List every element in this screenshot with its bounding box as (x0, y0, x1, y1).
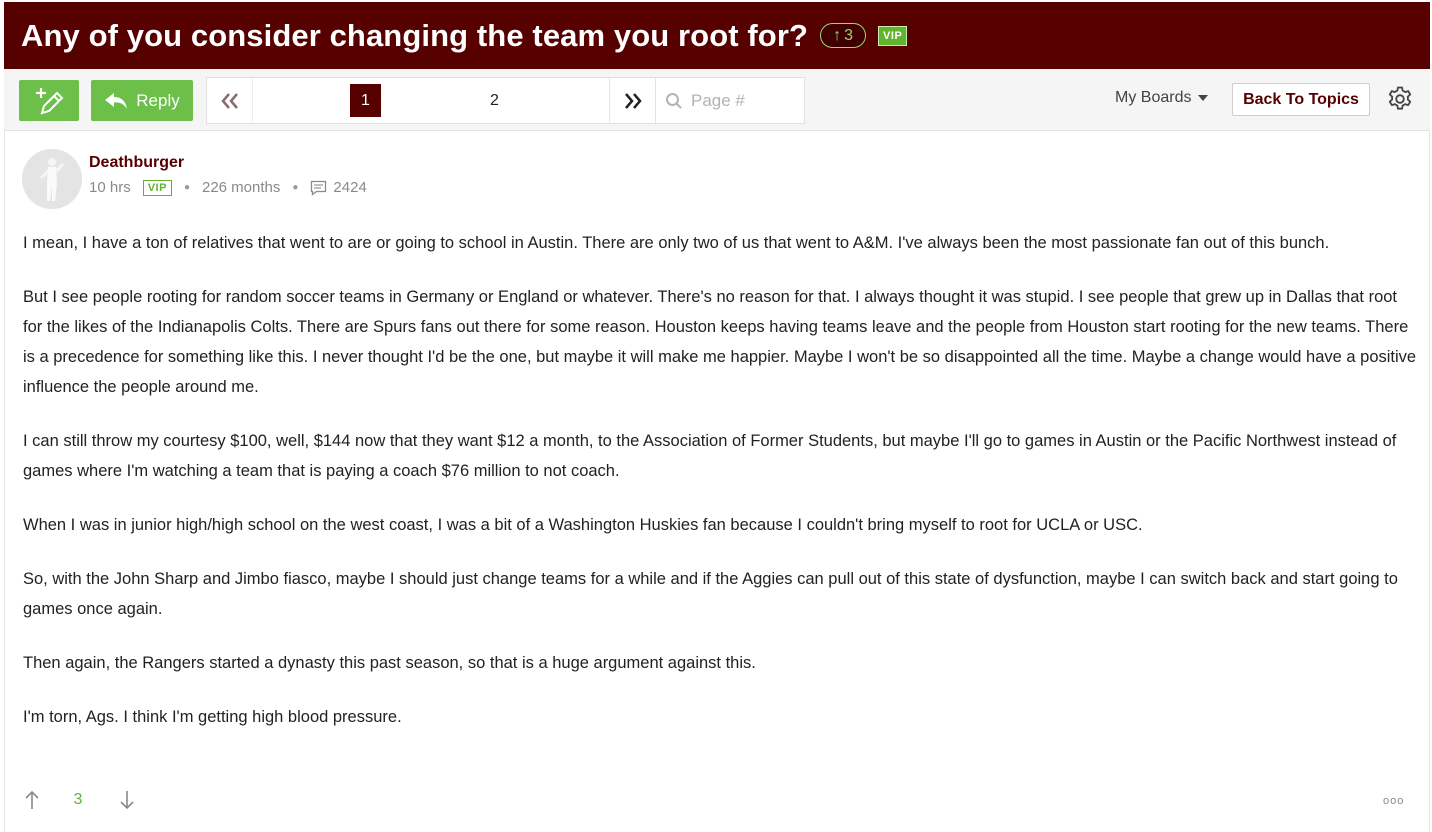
up-arrow-icon: ↑ (833, 26, 842, 44)
new-post-button[interactable] (19, 80, 79, 121)
author-vip-badge: VIP (142, 179, 172, 196)
post-paragraph: So, with the John Sharp and Jimbo fiasco… (23, 570, 1398, 618)
author-post-count: 2424 (333, 179, 367, 196)
avatar[interactable] (22, 149, 82, 209)
back-to-topics-button[interactable]: Back To Topics (1232, 83, 1370, 116)
my-boards-label: My Boards (1115, 89, 1192, 106)
post-score: 3 (73, 791, 83, 808)
author-name[interactable]: Deathburger (89, 154, 184, 172)
post-paragraph: I'm torn, Ags. I think I'm getting high … (23, 708, 402, 726)
separator-dot: ● (292, 182, 299, 193)
double-chevron-left-icon (220, 92, 238, 109)
first-page-button[interactable] (207, 78, 253, 123)
thread-vote-badge: ↑ 3 (820, 23, 867, 48)
gear-icon[interactable] (1387, 86, 1413, 112)
post-card: Deathburger 10 hrs VIP ● 226 months ● 24… (4, 131, 1430, 832)
post-vote-controls: 3 (23, 789, 136, 811)
post-body: I mean, I have a ton of relatives that w… (23, 228, 1418, 756)
post-paragraph: I mean, I have a ton of relatives that w… (23, 234, 1330, 252)
reply-button[interactable]: Reply (91, 80, 193, 121)
upvote-arrow-icon[interactable] (23, 789, 41, 811)
more-options-icon[interactable]: ooo (1383, 795, 1404, 807)
page-link[interactable]: 2 (479, 84, 510, 117)
avatar-figure (22, 149, 82, 209)
double-chevron-right-icon (624, 92, 642, 109)
downvote-arrow-icon[interactable] (118, 789, 136, 811)
page-number-input[interactable] (691, 90, 791, 111)
my-boards-dropdown[interactable]: My Boards (1115, 89, 1209, 107)
reply-label: Reply (136, 90, 180, 110)
search-icon (666, 92, 682, 109)
pagination: 1 2 (206, 77, 805, 124)
compose-icon (36, 87, 64, 114)
reply-arrow-icon (105, 92, 128, 109)
separator-dot: ● (183, 182, 190, 193)
post-time: 10 hrs (89, 179, 131, 196)
post-paragraph: When I was in junior high/high school on… (23, 516, 1143, 534)
member-tenure: 226 months (201, 179, 281, 196)
post-meta: 10 hrs VIP ● 226 months ● 2424 (89, 179, 367, 196)
page-link-current[interactable]: 1 (350, 84, 381, 117)
thread-toolbar: Reply 1 2 My Boards Back To Top (4, 69, 1430, 131)
thread-title: Any of you consider changing the team yo… (21, 17, 809, 53)
post-paragraph: But I see people rooting for random socc… (23, 288, 1417, 396)
post-paragraph: I can still throw my courtesy $100, well… (23, 432, 1397, 480)
thread-header: Any of you consider changing the team yo… (4, 2, 1430, 69)
vip-badge: VIP (878, 25, 908, 46)
thread-vote-count: 3 (844, 26, 853, 44)
page-jump (655, 78, 804, 123)
chat-icon (310, 180, 327, 196)
last-page-button[interactable] (609, 78, 655, 123)
post-paragraph: Then again, the Rangers started a dynast… (23, 654, 756, 672)
caret-down-icon (1198, 95, 1209, 101)
